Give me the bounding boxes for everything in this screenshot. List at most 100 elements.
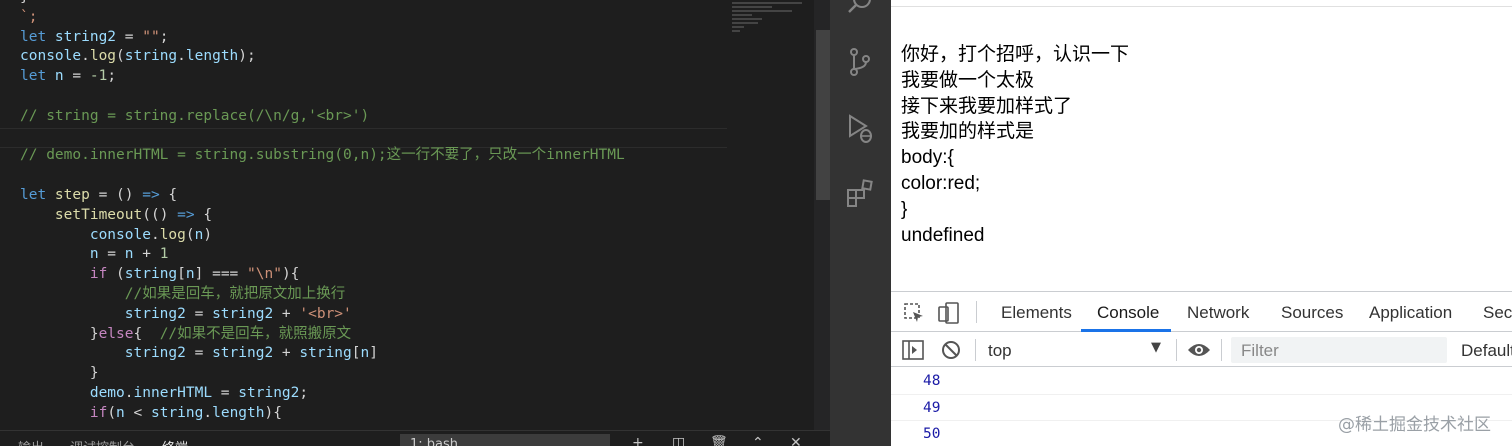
code-token: ); — [238, 48, 256, 65]
filter-input[interactable]: Filter — [1241, 341, 1279, 361]
code-token: + — [273, 305, 300, 322]
code-token: ) — [203, 226, 213, 243]
tab-elements[interactable]: Elements — [1001, 303, 1072, 323]
code-line[interactable] — [20, 166, 625, 186]
page-line: 接下来我要加样式了 — [901, 95, 1073, 117]
code-token: } — [20, 0, 29, 5]
bottom-panel: 输出 调试控制台 终端 1: bash + ◫ 🗑 ⌃ ✕ — [0, 430, 830, 446]
rendered-page-content: 你好，打个招呼，认识一下 我要做一个太极 接下来我要加样式了 我要加的样式是 body:… — [901, 42, 1129, 248]
log-levels-select[interactable]: Default — [1461, 341, 1512, 361]
code-line[interactable]: if (string[n] === "\n"){ — [20, 265, 625, 285]
code-token: '<br>' — [299, 305, 352, 322]
code-token: => — [177, 206, 195, 223]
code-token: = () — [89, 186, 143, 203]
code-line[interactable]: } — [20, 364, 625, 384]
code-token: // demo.innerHTML = string.substring(0,n… — [20, 147, 625, 164]
code-token: = — [63, 68, 90, 85]
page-line: color:red; — [901, 172, 981, 194]
devtools-tab-bar: Elements Console Network Sources Applica… — [891, 292, 1512, 332]
eye-icon[interactable] — [1187, 341, 1211, 359]
code-token: + — [133, 246, 160, 263]
code-line[interactable]: let string2 = ""; — [20, 28, 625, 48]
code-line[interactable]: }else{ //如果不是回车，就照搬原文 — [20, 325, 625, 345]
code-token: [ — [351, 345, 361, 362]
tab-terminal[interactable]: 终端 — [162, 437, 188, 446]
code-token: if — [89, 266, 108, 283]
run-debug-icon[interactable] — [844, 112, 876, 144]
chevron-up-icon[interactable]: ⌃ — [752, 435, 764, 446]
code-line[interactable] — [20, 127, 625, 147]
code-token: string — [299, 345, 352, 362]
close-icon[interactable]: ✕ — [790, 435, 802, 446]
code-token: [ — [177, 266, 186, 283]
terminal-select[interactable]: 1: bash — [400, 434, 610, 446]
code-token: = — [116, 28, 143, 45]
tab-network[interactable]: Network — [1187, 303, 1249, 323]
code-line[interactable]: if(n < string.length){ — [20, 404, 625, 424]
code-token: ( — [116, 48, 125, 65]
toolbar-separator — [1221, 339, 1222, 361]
source-control-icon[interactable] — [844, 46, 876, 78]
code-line[interactable]: let n = -1; — [20, 67, 625, 87]
device-toolbar-icon[interactable] — [937, 301, 961, 325]
clear-console-icon[interactable] — [941, 340, 961, 360]
code-token: = — [212, 384, 239, 401]
code-token: n — [89, 246, 99, 263]
page-line: } — [901, 198, 908, 220]
tab-security[interactable]: Secu — [1483, 303, 1512, 323]
code-token: . — [81, 48, 90, 65]
code-line[interactable] — [20, 87, 625, 107]
code-token: -1 — [89, 68, 108, 85]
editor-scrollbar-thumb[interactable] — [816, 30, 830, 200]
code-token: => — [142, 186, 160, 203]
code-line[interactable]: setTimeout(() => { — [20, 206, 625, 226]
page-line: undefined — [901, 224, 985, 246]
sidebar-toggle-icon[interactable] — [902, 340, 924, 360]
code-editor[interactable]: } `;let string2 = "";console.log(string.l… — [0, 0, 830, 430]
code-token: < — [124, 404, 151, 421]
code-line[interactable]: } — [20, 0, 625, 8]
code-line[interactable]: //如果是回车，就把原文加上换行 — [20, 285, 625, 305]
activity-bar — [830, 0, 891, 446]
tab-application[interactable]: Application — [1369, 303, 1452, 323]
code-line[interactable]: `; — [20, 8, 625, 28]
code-line[interactable]: console.log(n) — [20, 226, 625, 246]
chevron-down-icon[interactable]: ▼ — [1151, 340, 1161, 355]
page-line: 我要加的样式是 — [901, 121, 1035, 143]
split-terminal-icon[interactable]: ◫ — [672, 435, 685, 446]
code-token: if — [89, 404, 108, 421]
code-token: = — [98, 246, 125, 263]
code-token: { — [159, 186, 178, 203]
code-token: ] === — [194, 266, 248, 283]
toolbar-separator — [1176, 339, 1177, 361]
tab-sources[interactable]: Sources — [1281, 303, 1343, 323]
code-token: { — [194, 206, 213, 223]
code-line[interactable]: let step = () => { — [20, 186, 625, 206]
code-line[interactable]: console.log(string.length); — [20, 47, 625, 67]
code-line[interactable]: string2 = string2 + '<br>' — [20, 305, 625, 325]
add-terminal-icon[interactable]: + — [632, 435, 644, 446]
tab-console[interactable]: Console — [1097, 303, 1159, 323]
tab-debug-console[interactable]: 调试控制台 — [70, 437, 135, 446]
inspect-element-icon[interactable] — [903, 302, 925, 324]
code-token: = — [185, 345, 213, 362]
code-line[interactable]: // demo.innerHTML = string.substring(0,n… — [20, 146, 625, 166]
search-icon[interactable] — [844, 0, 876, 18]
minimap[interactable] — [732, 0, 814, 60]
code-token: 1 — [159, 246, 169, 263]
code-token: console — [20, 48, 82, 65]
code-line[interactable]: string2 = string2 + string[n] — [20, 344, 625, 364]
extensions-icon[interactable] — [844, 178, 876, 210]
code-line[interactable]: // string = string.replace(/\n/g,'<br>') — [20, 107, 625, 127]
code-line[interactable]: n = n + 1 — [20, 245, 625, 265]
trash-icon[interactable]: 🗑 — [710, 435, 728, 446]
code-line[interactable]: demo.innerHTML = string2; — [20, 384, 625, 404]
code-content[interactable]: } `;let string2 = "";console.log(string.l… — [20, 0, 625, 424]
toolbar-separator — [975, 339, 976, 361]
console-log-row[interactable]: 48 — [891, 368, 1512, 395]
tab-output[interactable]: 输出 — [18, 437, 44, 446]
context-select[interactable]: top — [988, 341, 1012, 361]
code-token: ; — [107, 68, 117, 85]
